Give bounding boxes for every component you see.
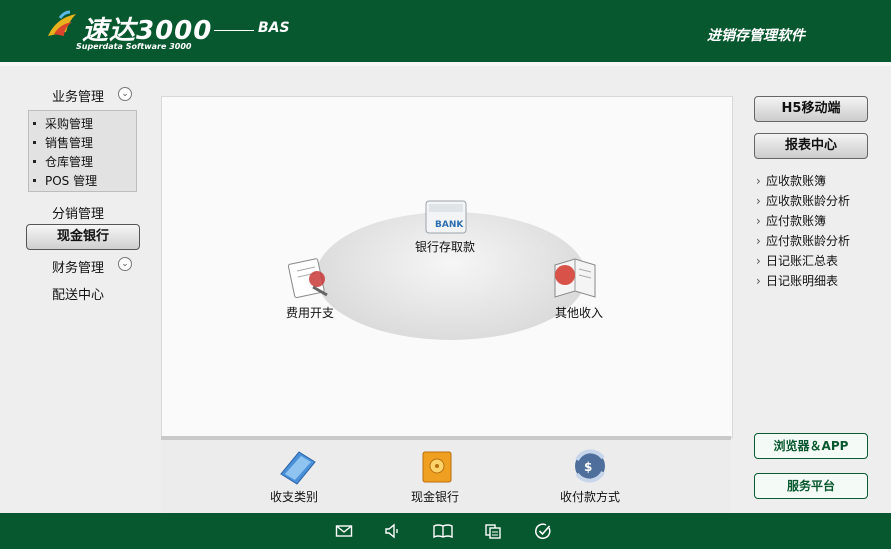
header-separator — [0, 62, 891, 66]
main-panel: BANK 银行存取款 费用开支 其他收入 — [161, 96, 733, 438]
bank-deposit-label[interactable]: 银行存取款 — [415, 238, 475, 255]
app-footer — [0, 513, 891, 549]
nav-item-purchase[interactable]: 采购管理 — [32, 115, 93, 132]
chevron-right-icon: › — [756, 214, 761, 228]
payment-method-label[interactable]: 收付款方式 — [560, 488, 620, 505]
app-logo: 速达3000 BAS Superdata Software 3000 — [46, 8, 306, 56]
cash-bank-label[interactable]: 现金银行 — [411, 488, 459, 505]
chevron-right-icon: › — [756, 234, 761, 248]
report-center-button[interactable]: 报表中心 — [754, 133, 868, 159]
nav-cash-bank-active[interactable]: 现金银行 — [26, 224, 140, 250]
other-income-icon[interactable] — [549, 255, 599, 301]
chevron-right-icon: › — [756, 274, 761, 288]
product-subtitle: 进销存管理软件 — [707, 28, 805, 44]
chevron-right-icon: › — [756, 174, 761, 188]
chevron-down-icon[interactable]: ⌄ — [118, 87, 132, 101]
documents-icon[interactable] — [484, 522, 502, 540]
nav-distribution[interactable]: 分销管理 — [52, 203, 104, 222]
nav-item-pos[interactable]: POS 管理 — [32, 172, 97, 189]
chevron-right-icon: › — [756, 254, 761, 268]
cash-box-icon[interactable] — [420, 448, 454, 486]
book-icon[interactable] — [433, 522, 453, 540]
category-label[interactable]: 收支类别 — [270, 488, 318, 505]
h5-mobile-button[interactable]: H5移动端 — [754, 96, 868, 122]
chevron-down-icon[interactable]: ⌄ — [118, 257, 132, 271]
business-submenu: 采购管理 销售管理 仓库管理 POS 管理 — [28, 110, 137, 192]
mail-icon[interactable] — [335, 522, 353, 540]
speaker-icon[interactable] — [384, 522, 402, 540]
bottom-shortcuts: 收支类别 现金银行 $ 收付款方式 — [161, 440, 731, 513]
svg-text:$: $ — [584, 460, 592, 474]
report-link-journal-detail[interactable]: › 日记账明细表 — [756, 272, 838, 289]
nav-business-management[interactable]: 业务管理 — [52, 86, 104, 105]
nav-item-warehouse[interactable]: 仓库管理 — [32, 153, 93, 170]
nav-delivery-center[interactable]: 配送中心 — [52, 284, 104, 303]
report-link-receivable-ledger[interactable]: › 应收款账簿 — [756, 172, 826, 189]
report-link-payable-aging[interactable]: › 应付款账龄分析 — [756, 232, 850, 249]
app-header: 速达3000 BAS Superdata Software 3000 进销存管理… — [0, 0, 891, 62]
bank-label: BANK — [435, 220, 464, 230]
check-circle-icon[interactable] — [534, 522, 552, 540]
expense-label[interactable]: 费用开支 — [286, 304, 334, 321]
browser-app-button[interactable]: 浏览器＆APP — [754, 433, 868, 459]
service-platform-button[interactable]: 服务平台 — [754, 473, 868, 499]
report-link-journal-summary[interactable]: › 日记账汇总表 — [756, 252, 838, 269]
logo-edition: BAS — [258, 20, 290, 36]
bank-icon[interactable]: BANK — [425, 199, 467, 235]
report-link-payable-ledger[interactable]: › 应付款账簿 — [756, 212, 826, 229]
report-link-receivable-aging[interactable]: › 应收款账龄分析 — [756, 192, 850, 209]
logo-divider — [214, 30, 254, 31]
chevron-right-icon: › — [756, 194, 761, 208]
nav-item-sales[interactable]: 销售管理 — [32, 134, 93, 151]
logo-bird-icon — [48, 10, 76, 36]
logo-subtitle: Superdata Software 3000 — [76, 42, 192, 51]
payment-method-icon[interactable]: $ — [569, 446, 611, 486]
category-book-icon[interactable] — [277, 448, 317, 486]
other-income-label[interactable]: 其他收入 — [555, 304, 603, 321]
expense-icon[interactable] — [287, 257, 333, 299]
nav-finance[interactable]: 财务管理 — [52, 257, 104, 276]
